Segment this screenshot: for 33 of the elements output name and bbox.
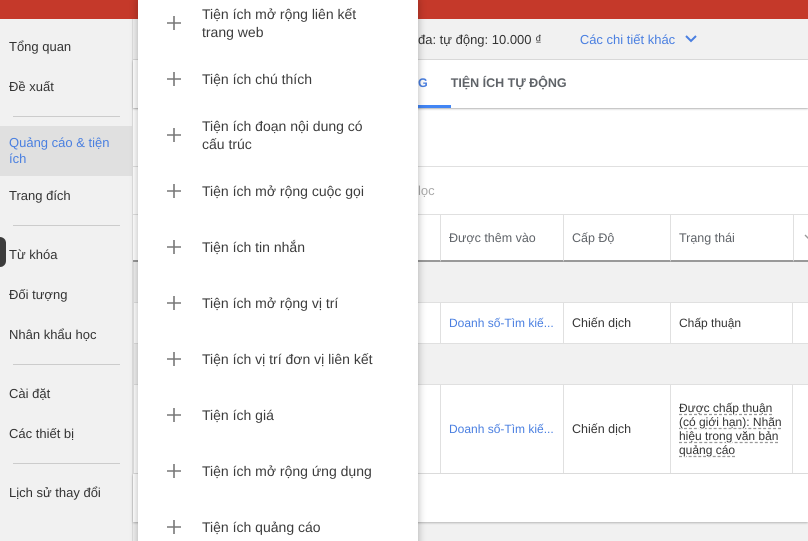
plus-icon [166,463,182,479]
plus-icon [166,295,182,311]
plus-icon [166,127,182,143]
plus-icon [166,519,182,535]
plus-icon [166,239,182,255]
menu-item[interactable]: Tiện ích mở rộng vị trí [138,275,418,331]
menu-item[interactable]: Tiện ích quảng cáo [138,499,418,541]
menu-item[interactable]: Tiện ích giá [138,387,418,443]
plus-icon [166,183,182,199]
sidebar-item[interactable]: Các thiết bị [6,414,132,454]
sidebar-item[interactable]: Đối tượng [6,275,132,315]
menu-item[interactable]: Tiện ích mở rộng cuộc gọi [138,163,418,219]
sidebar-item[interactable]: Nhân khẩu học [6,315,132,355]
status-text: Chấp thuận [679,316,742,330]
plus-icon [166,15,182,31]
chevron-down-icon [685,35,698,43]
menu-item[interactable]: Tiện ích chú thích [138,51,418,107]
sidebar-item[interactable]: Từ khóa [6,235,132,275]
sidebar-item[interactable]: Tổng quan [6,27,132,67]
plus-icon [166,407,182,423]
menu-item[interactable]: Tiện ích mở rộng ứng dụng [138,443,418,499]
menu-item[interactable]: Tiện ích tin nhắn [138,219,418,275]
sidebar-item[interactable]: Cài đặt [6,374,132,414]
menu-item[interactable]: Tiện ích vị trí đơn vị liên kết [138,331,418,387]
sidebar-item[interactable]: Trang đích [6,176,132,216]
budget-text: đa: tự động: 10.000 ₫ [418,32,542,46]
floating-button[interactable] [0,237,6,267]
sidebar-item[interactable]: Lịch sử thay đổi [6,473,132,513]
sidebar-item[interactable]: Đề xuất [6,67,132,107]
plus-icon [166,71,182,87]
tab[interactable]: TIỆN ÍCH TỰ ĐỘNG [450,60,594,108]
plus-icon [166,351,182,367]
menu-item[interactable]: Tiện ích mở rộng liên kết trang web [138,0,418,51]
